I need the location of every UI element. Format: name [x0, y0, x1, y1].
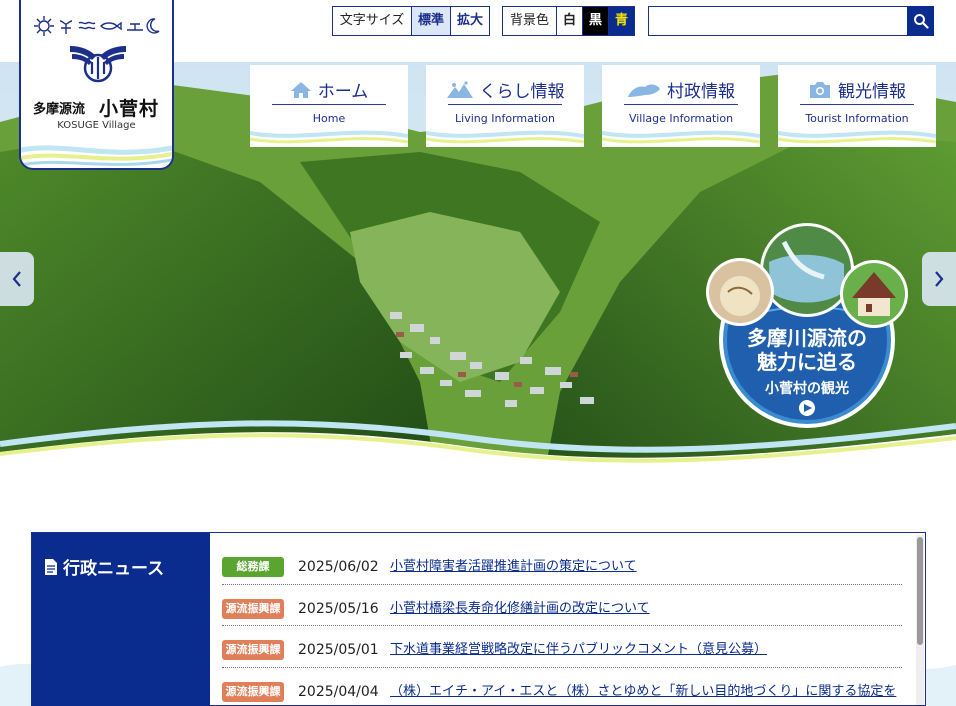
chevron-right-icon	[935, 271, 944, 287]
news-item: 源流振興課 2025/04/04 （株）エイチ・アイ・エスと（株）さとゆめと「新…	[222, 668, 902, 706]
text-size-large-button[interactable]: 拡大	[450, 7, 489, 35]
nav-living-english: Living Information	[455, 112, 555, 125]
village-logo[interactable]: 多摩源流 小菅村 KOSUGE Village	[19, 0, 174, 170]
text-size-label: 文字サイズ	[333, 7, 411, 35]
news-title: 行政ニュース	[63, 559, 165, 579]
news-sidebar: 行政ニュース	[32, 533, 210, 706]
news-link[interactable]: 下水道事業経営戦略改定に伴うパブリックコメント（意見公募）	[390, 640, 767, 660]
nav-home-label: ホーム	[317, 82, 369, 102]
nav-tourist-information[interactable]: 観光情報 Tourist Information	[778, 65, 936, 147]
administrative-news-panel: 行政ニュース 総務課 2025/06/02 小菅村障害者活躍推進計画の策定につい…	[31, 532, 926, 706]
nav-wave-decoration	[602, 130, 760, 144]
mountain-icon	[446, 80, 473, 98]
news-link[interactable]: （株）エイチ・アイ・エスと（株）さとゆめと「新しい目的地づくり」に関する協定を	[390, 682, 896, 702]
text-size-standard-button[interactable]: 標準	[411, 7, 450, 35]
news-item: 源流振興課 2025/05/16 小菅村橋梁長寿命化修繕計画の改定について	[222, 585, 902, 626]
search-input[interactable]	[648, 6, 908, 36]
news-department-badge: 源流振興課	[222, 681, 284, 702]
news-department-badge: 総務課	[222, 557, 284, 577]
slider-next-button[interactable]	[922, 252, 956, 306]
background-blue-button[interactable]: 青	[608, 7, 634, 35]
news-date: 2025/05/16	[298, 600, 379, 617]
news-date: 2025/04/04	[298, 683, 379, 700]
logo-name-prefix: 多摩源流	[33, 102, 86, 117]
home-icon	[290, 81, 311, 98]
nav-wave-decoration	[778, 130, 936, 144]
village-emblem-icon	[70, 46, 126, 83]
nav-living-information[interactable]: くらし情報 Living Information	[426, 65, 584, 147]
nav-village-label: 村政情報	[667, 82, 735, 102]
logo-name-english: KOSUGE Village	[57, 120, 136, 131]
background-white-button[interactable]: 白	[556, 7, 582, 35]
news-link[interactable]: 小菅村橋梁長寿命化修繕計画の改定について	[390, 599, 650, 619]
nav-home-english: Home	[312, 112, 346, 125]
cloud-icon	[628, 84, 660, 97]
nav-wave-decoration	[426, 130, 584, 144]
nav-wave-decoration	[250, 130, 408, 144]
nav-tourist-english: Tourist Information	[805, 112, 909, 125]
background-color-switcher: 背景色 白 黒 青	[502, 6, 635, 36]
camera-icon	[810, 81, 830, 98]
news-date: 2025/06/02	[298, 559, 379, 575]
news-department-badge: 源流振興課	[222, 598, 284, 619]
tourism-banner[interactable]: 多摩川源流の 魅力に迫る 小菅村の観光	[704, 222, 910, 434]
nav-living-label: くらし情報	[479, 82, 565, 102]
nav-tourist-label: 観光情報	[838, 82, 906, 102]
news-item: 総務課 2025/06/02 小菅村障害者活躍推進計画の策定について	[222, 543, 902, 585]
tourism-banner-line3: 小菅村の観光	[765, 381, 849, 397]
tourism-banner-line2: 魅力に迫る	[757, 350, 857, 374]
chevron-left-icon	[12, 271, 21, 287]
background-black-button[interactable]: 黒	[582, 7, 608, 35]
nav-village-english: Village Information	[628, 112, 734, 125]
search-icon	[913, 14, 929, 29]
nav-village-information[interactable]: 村政情報 Village Information	[602, 65, 760, 147]
nature-symbols-icon	[34, 16, 160, 36]
news-scrollbar[interactable]	[916, 535, 924, 705]
news-date: 2025/05/01	[298, 642, 379, 658]
nav-home[interactable]: ホーム Home	[250, 65, 408, 147]
search-button[interactable]	[907, 6, 934, 36]
background-color-label: 背景色	[503, 7, 556, 35]
logo-wave-decoration	[21, 145, 172, 167]
news-link[interactable]: 小菅村障害者活躍推進計画の策定について	[390, 557, 637, 577]
document-icon	[45, 558, 57, 575]
news-list: 総務課 2025/06/02 小菅村障害者活躍推進計画の策定について 源流振興課…	[222, 543, 902, 706]
news-department-badge: 源流振興課	[222, 640, 284, 660]
text-size-switcher: 文字サイズ 標準 拡大	[332, 6, 490, 36]
logo-name-main: 小菅村	[99, 98, 160, 120]
slider-prev-button[interactable]	[0, 252, 34, 306]
news-item: 源流振興課 2025/05/01 下水道事業経営戦略改定に伴うパブリックコメント…	[222, 626, 902, 668]
news-scrollbar-thumb[interactable]	[917, 537, 923, 645]
